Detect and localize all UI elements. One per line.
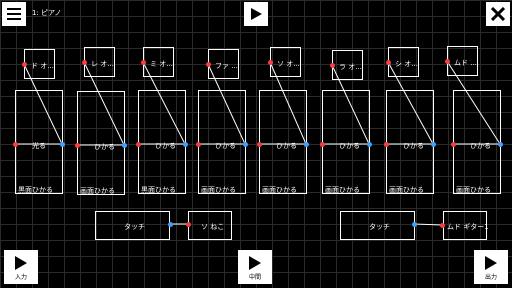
light-footer: 画面ひかる xyxy=(80,187,115,195)
sound-node-6[interactable]: ラ オ... xyxy=(332,50,363,80)
light-label: ひかる xyxy=(276,142,297,150)
sound-port[interactable] xyxy=(386,60,391,65)
light-out-port[interactable] xyxy=(498,142,503,147)
sound-node-2[interactable]: レ オ... xyxy=(84,47,115,77)
sound-node-8[interactable]: ムド ... xyxy=(447,46,478,76)
input-label: 入力 xyxy=(14,274,27,281)
light-in-port[interactable] xyxy=(13,142,18,147)
sound-port[interactable] xyxy=(22,62,27,67)
light-out-port[interactable] xyxy=(431,142,436,147)
sound-port[interactable] xyxy=(268,60,273,65)
sound-label: ソ オ... xyxy=(277,60,300,68)
light-label: ひかる xyxy=(470,142,491,150)
light-out-port[interactable] xyxy=(367,142,372,147)
output-button[interactable]: 出力 xyxy=(474,250,508,284)
sound-port[interactable] xyxy=(82,60,87,65)
light-node-4[interactable]: ひかる画面ひかる xyxy=(198,90,246,194)
sound-label: シ オ... xyxy=(395,60,418,68)
sound-port[interactable] xyxy=(330,63,335,68)
output-label: 出力 xyxy=(484,274,497,281)
light-out-port[interactable] xyxy=(304,142,309,147)
light-out-port[interactable] xyxy=(60,142,65,147)
light-footer: 画面ひかる xyxy=(456,186,491,194)
sound-node-7[interactable]: シ オ... xyxy=(388,47,419,77)
light-label: ひかる xyxy=(155,142,176,150)
light-in-port[interactable] xyxy=(257,142,262,147)
light-footer: 黒面ひかる xyxy=(18,186,53,194)
input-button[interactable]: 入力 xyxy=(4,250,38,284)
target-port-2[interactable] xyxy=(440,223,445,228)
light-in-port[interactable] xyxy=(451,142,456,147)
light-out-port[interactable] xyxy=(183,142,188,147)
sound-node-5[interactable]: ソ オ... xyxy=(270,47,301,77)
light-in-port[interactable] xyxy=(75,143,80,148)
light-label: ひかる xyxy=(339,142,360,150)
arrow-right-icon xyxy=(15,256,27,270)
light-node-1[interactable]: 光る黒面ひかる xyxy=(15,90,63,194)
light-node-5[interactable]: ひかる画面ひかる xyxy=(259,90,307,194)
target-label: ムド ギター1 xyxy=(447,223,489,231)
sound-label: ファ ... xyxy=(215,62,238,70)
light-node-7[interactable]: ひかる画面ひかる xyxy=(386,90,434,194)
light-in-port[interactable] xyxy=(320,142,325,147)
touch-port-1[interactable] xyxy=(168,222,173,227)
touch-label: タッチ xyxy=(124,223,145,231)
middle-button[interactable]: 中間 xyxy=(238,250,272,284)
target-node-2[interactable]: ムド ギター1 xyxy=(443,211,489,240)
light-label: ひかる xyxy=(403,142,424,150)
light-in-port[interactable] xyxy=(136,142,141,147)
touch-node-2[interactable]: タッチ xyxy=(340,211,415,240)
arrow-right-icon xyxy=(485,256,497,270)
light-node-3[interactable]: ひかる黒面ひかる xyxy=(138,90,186,194)
sound-label: ミ オ... xyxy=(150,60,173,68)
sound-port[interactable] xyxy=(445,59,450,64)
sound-label: ド オ... xyxy=(31,62,54,70)
light-out-port[interactable] xyxy=(243,142,248,147)
light-footer: 画面ひかる xyxy=(389,186,424,194)
sound-port[interactable] xyxy=(141,60,146,65)
sound-label: ムド ... xyxy=(454,59,477,67)
light-in-port[interactable] xyxy=(196,142,201,147)
touch-label: タッチ xyxy=(369,223,390,231)
middle-label: 中間 xyxy=(248,274,261,281)
light-footer: 画面ひかる xyxy=(325,186,360,194)
light-node-6[interactable]: ひかる画面ひかる xyxy=(322,90,370,194)
target-node-1[interactable]: ソ ねこ xyxy=(188,211,232,240)
sound-label: レ オ... xyxy=(91,60,114,68)
sound-node-3[interactable]: ミ オ... xyxy=(143,47,174,77)
touch-node-1[interactable]: タッチ xyxy=(95,211,170,240)
light-in-port[interactable] xyxy=(384,142,389,147)
arrow-right-icon xyxy=(249,256,261,270)
sound-port[interactable] xyxy=(206,62,211,67)
light-footer: 画面ひかる xyxy=(201,186,236,194)
target-label: ソ ねこ xyxy=(201,223,225,231)
wire xyxy=(413,223,443,226)
sound-node-1[interactable]: ド オ... xyxy=(24,49,55,79)
touch-port-2[interactable] xyxy=(412,222,417,227)
target-port-1[interactable] xyxy=(186,222,191,227)
light-label: 光る xyxy=(32,142,46,150)
light-node-2[interactable]: ひかる画面ひかる xyxy=(77,91,125,195)
light-footer: 黒面ひかる xyxy=(141,186,176,194)
sound-label: ラ オ... xyxy=(339,63,362,71)
light-label: ひかる xyxy=(94,143,115,151)
light-footer: 画面ひかる xyxy=(262,186,297,194)
light-node-8[interactable]: ひかる画面ひかる xyxy=(453,90,501,194)
light-label: ひかる xyxy=(215,142,236,150)
sound-node-4[interactable]: ファ ... xyxy=(208,49,239,79)
light-out-port[interactable] xyxy=(122,143,127,148)
